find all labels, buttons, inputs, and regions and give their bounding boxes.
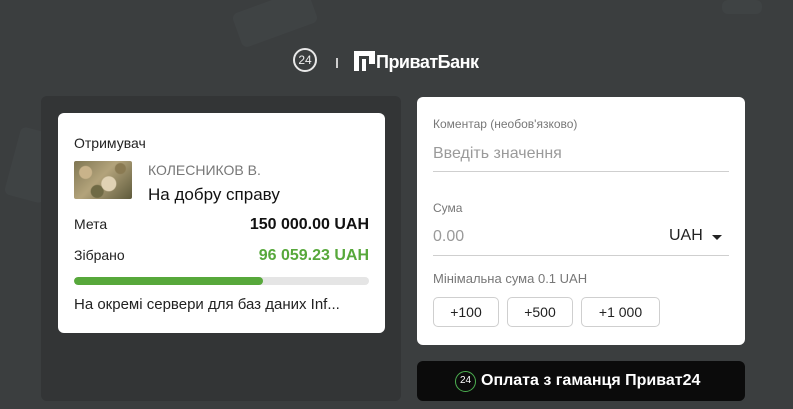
amount-label: Сума — [433, 201, 463, 215]
payment-form: Коментар (необов'язково) Сума UAH Мініма… — [417, 97, 745, 345]
collected-value: 96 059.23 UAH — [258, 247, 369, 264]
jar-name: На добру справу — [148, 185, 280, 204]
min-amount-hint: Мінімальна сума 0.1 UAH — [433, 271, 588, 286]
amount-underline — [433, 255, 729, 256]
progress-fill — [74, 277, 263, 285]
background-decoration — [231, 0, 319, 49]
privat24-badge-icon: 24 — [293, 48, 317, 72]
comment-underline — [433, 171, 729, 172]
recipient-title: Отримувач — [74, 135, 146, 151]
collected-label: Зібрано — [74, 247, 125, 263]
background-decoration — [722, 0, 762, 14]
brand-name: ПриватБанк — [376, 52, 479, 72]
currency-select[interactable]: UAH — [669, 227, 703, 245]
amount-input[interactable] — [433, 223, 653, 251]
quick-amount-500-button[interactable]: +500 — [507, 297, 573, 327]
privat24-badge-icon: 24 — [455, 371, 476, 392]
header-separator — [336, 58, 338, 68]
header: 24 ПриватБанк — [0, 45, 793, 81]
comment-label: Коментар (необов'язково) — [433, 117, 578, 131]
jar-description: На окремі сервери для баз даних Inf... — [74, 296, 340, 313]
collection-progress-bar — [74, 277, 369, 285]
jar-avatar — [74, 161, 132, 199]
pay-button-label: Оплата з гаманця Приват24 — [481, 372, 701, 389]
goal-label: Мета — [74, 216, 108, 232]
quick-amount-100-button[interactable]: +100 — [433, 297, 499, 327]
quick-amount-1000-button[interactable]: +1 000 — [581, 297, 660, 327]
chevron-down-icon[interactable] — [712, 235, 722, 240]
privatbank-logo-icon — [354, 51, 375, 71]
comment-input[interactable] — [433, 140, 729, 168]
recipient-card: Отримувач КОЛЕСНИКОВ В. На добру справу … — [58, 113, 385, 333]
pay-privat24-button[interactable]: 24 Оплата з гаманця Приват24 — [417, 361, 745, 401]
owner-name: КОЛЕСНИКОВ В. — [148, 162, 261, 178]
goal-value: 150 000.00 UAH — [249, 216, 369, 233]
